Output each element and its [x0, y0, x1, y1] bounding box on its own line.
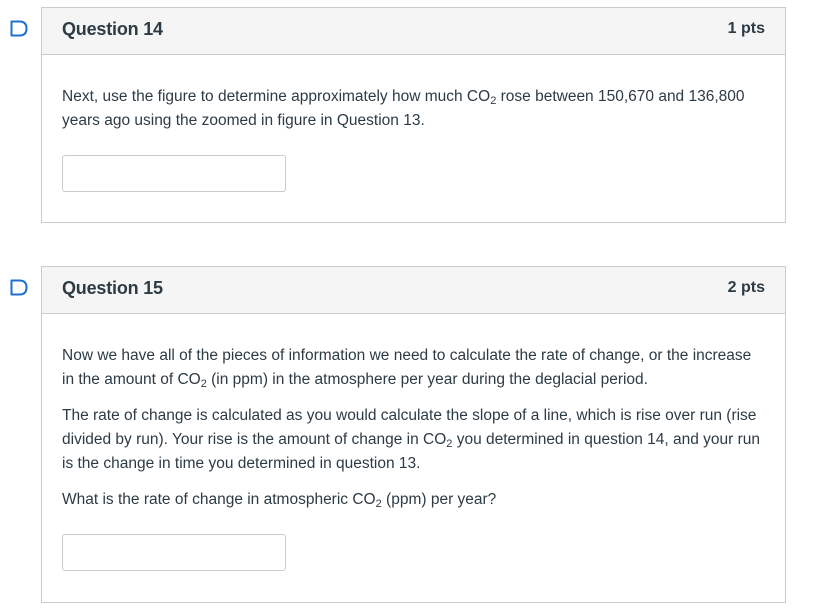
question-points: 1 pts — [727, 20, 765, 37]
question-paragraph-3: What is the rate of change in atmospheri… — [62, 491, 497, 510]
question-title: Question 15 — [62, 278, 163, 298]
question-header: Question 14 1 pts — [42, 8, 785, 55]
question-text: Next, use the figure to determine approx… — [62, 88, 745, 129]
question-body: Now we have all of the pieces of informa… — [42, 314, 785, 512]
question-paragraph-2: The rate of change is calculated as you … — [62, 407, 761, 472]
answer-input[interactable] — [62, 155, 286, 192]
question-15-card: Question 15 2 pts Now we have all of the… — [41, 266, 786, 603]
question-14-card: Question 14 1 pts Next, use the figure t… — [41, 7, 786, 223]
question-points: 2 pts — [727, 279, 765, 296]
flag-question-icon[interactable] — [10, 20, 28, 37]
flag-question-icon[interactable] — [10, 279, 28, 296]
question-paragraph-1: Now we have all of the pieces of informa… — [62, 347, 752, 390]
answer-input[interactable] — [62, 534, 286, 571]
question-title: Question 14 — [62, 19, 163, 39]
question-header: Question 15 2 pts — [42, 267, 785, 314]
question-body: Next, use the figure to determine approx… — [42, 55, 785, 133]
